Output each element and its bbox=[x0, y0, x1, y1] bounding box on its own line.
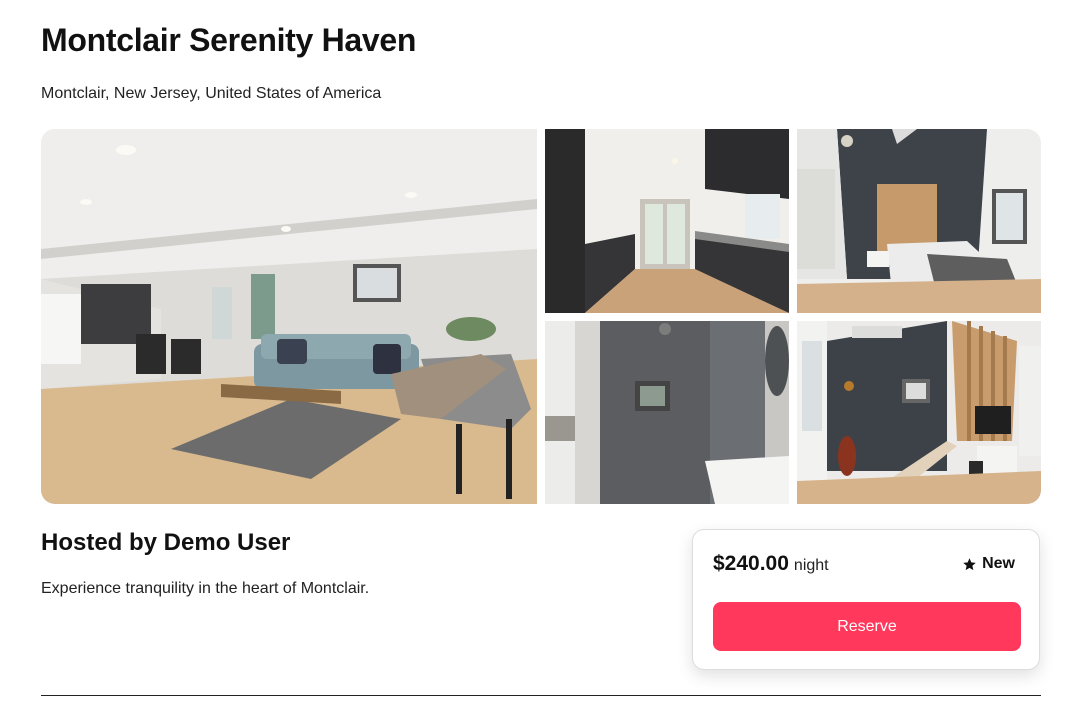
reserve-button[interactable]: Reserve bbox=[713, 602, 1021, 651]
photo-gallery bbox=[41, 129, 1041, 504]
nightly-price: $240.00 bbox=[713, 552, 789, 575]
listing-page: Montclair Serenity Haven Montclair, New … bbox=[0, 0, 1088, 718]
rating-badge: New bbox=[962, 555, 1015, 573]
rating-label: New bbox=[982, 555, 1015, 572]
photo-living-room[interactable] bbox=[41, 129, 537, 504]
listing-location: Montclair, New Jersey, United States of … bbox=[41, 85, 382, 102]
price-row: $240.00 night bbox=[713, 552, 829, 576]
listing-title: Montclair Serenity Haven bbox=[41, 22, 417, 58]
booking-card: $240.00 night New Reserve bbox=[692, 529, 1040, 670]
star-icon bbox=[962, 557, 977, 572]
section-divider bbox=[41, 695, 1041, 696]
host-heading: Hosted by Demo User bbox=[41, 529, 291, 556]
listing-description: Experience tranquility in the heart of M… bbox=[41, 580, 370, 597]
photo-staircase[interactable] bbox=[797, 321, 1041, 504]
photo-bathroom[interactable] bbox=[545, 321, 789, 504]
photo-kitchen[interactable] bbox=[545, 129, 789, 313]
price-unit: night bbox=[793, 557, 829, 574]
photo-bedroom[interactable] bbox=[797, 129, 1041, 313]
